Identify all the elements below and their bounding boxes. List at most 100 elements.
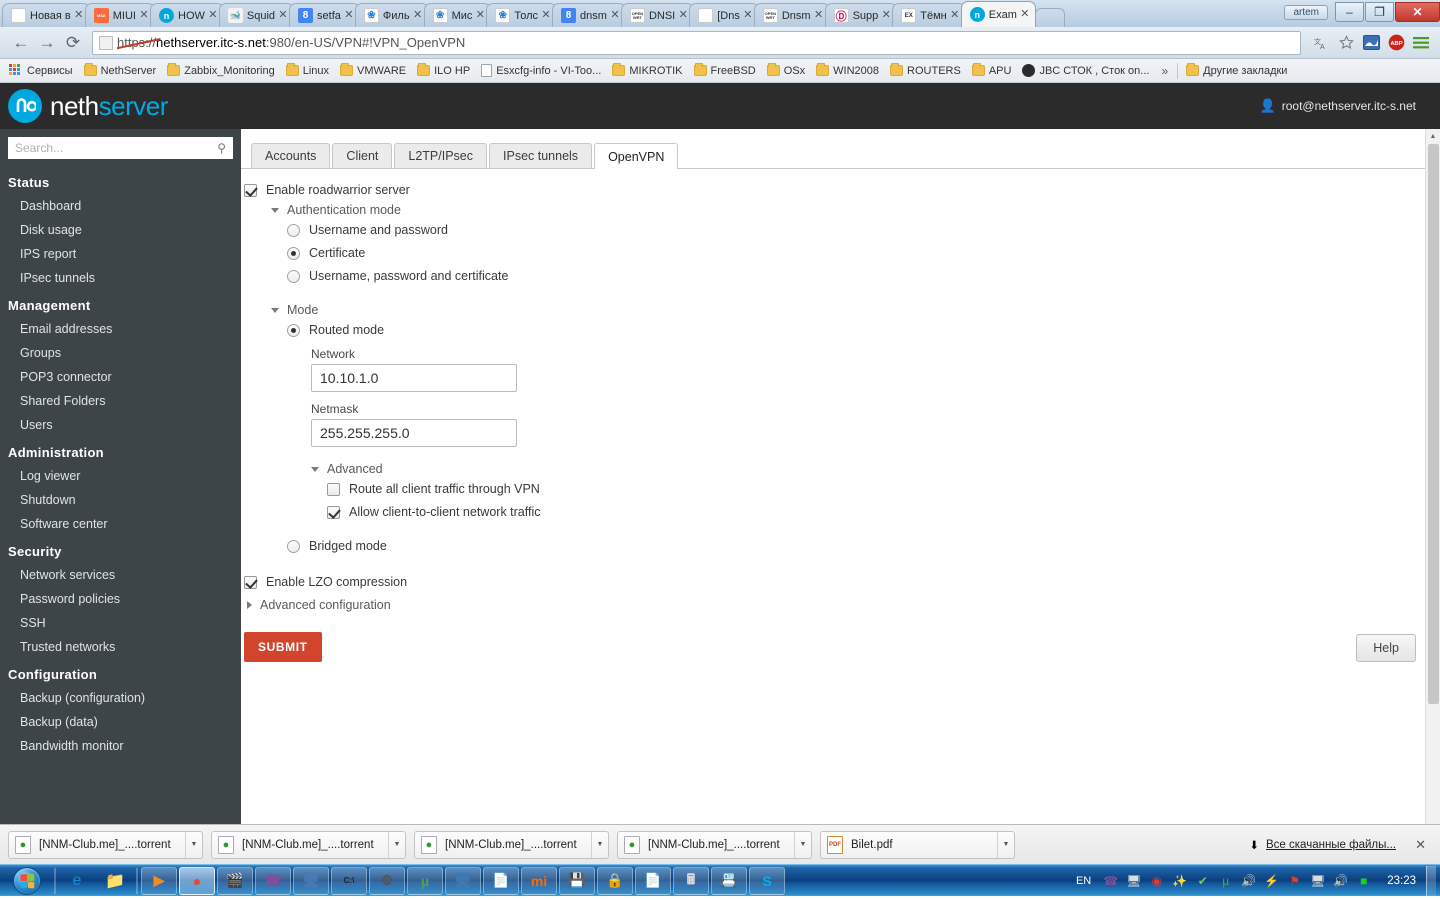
green-screen-icon[interactable]: ■ xyxy=(1355,872,1372,889)
sidebar-item-ips-report[interactable]: IPS report xyxy=(0,242,241,266)
tab-close-icon[interactable]: ✕ xyxy=(207,9,219,22)
sidebar-item-shutdown[interactable]: Shutdown xyxy=(0,488,241,512)
bookmark-item[interactable]: Esxcfg-info - VI-Too... xyxy=(476,62,606,79)
sidebar-item-bandwidth-monitor[interactable]: Bandwidth monitor xyxy=(0,734,241,758)
download-menu-icon[interactable]: ▼ xyxy=(185,831,202,858)
browser-tab[interactable]: 🐋 Squid ✕ xyxy=(218,3,295,27)
mode-option-bridged[interactable]: Bridged mode xyxy=(241,539,1440,553)
browser-tab[interactable]: ❀ Мис ✕ xyxy=(423,3,492,27)
bookmark-item[interactable]: FreeBSD xyxy=(689,63,761,79)
tab-accounts[interactable]: Accounts xyxy=(251,143,331,168)
bookmarks-overflow-button[interactable]: » xyxy=(1155,62,1174,80)
speaker-icon[interactable]: 🔊 xyxy=(1332,872,1349,889)
chrome-menu-icon[interactable] xyxy=(1410,32,1432,54)
maximize-button[interactable]: ❐ xyxy=(1365,2,1394,22)
submit-button[interactable]: SUBMIT xyxy=(244,632,322,662)
volume-red-icon[interactable]: 🔊 xyxy=(1240,872,1257,889)
bookmark-item[interactable]: WIN2008 xyxy=(811,63,884,79)
start-button[interactable] xyxy=(2,866,52,896)
viber-tray-icon[interactable]: ☎ xyxy=(1102,872,1119,889)
bookmark-item[interactable]: VMWARE xyxy=(335,63,411,79)
chevron-right-icon[interactable] xyxy=(247,601,252,609)
download-menu-icon[interactable]: ▼ xyxy=(794,831,811,858)
route-all-traffic-checkbox[interactable] xyxy=(327,482,340,496)
tab-close-icon[interactable]: ✕ xyxy=(73,9,85,22)
browser-tab[interactable]: EX Тёмн ✕ xyxy=(892,3,966,27)
minimize-button[interactable]: – xyxy=(1335,2,1364,22)
browser-tab[interactable]: Ⓓ Supp ✕ xyxy=(824,3,898,27)
internet-explorer-icon[interactable]: e xyxy=(59,867,95,895)
extension-icon[interactable] xyxy=(1360,32,1382,54)
bookmark-item[interactable]: Zabbix_Monitoring xyxy=(162,63,280,79)
download-item[interactable]: ● [NNM-Club.me]_....torrent ▼ xyxy=(211,830,406,859)
tab-client[interactable]: Client xyxy=(332,143,393,168)
download-menu-icon[interactable]: ▼ xyxy=(997,831,1014,858)
bookmark-item[interactable]: ILO HP xyxy=(412,63,475,79)
sidebar-item-disk-usage[interactable]: Disk usage xyxy=(0,218,241,242)
sidebar-item-email-addresses[interactable]: Email addresses xyxy=(0,317,241,341)
sidebar-item-password-policies[interactable]: Password policies xyxy=(0,587,241,611)
notepad2-icon[interactable]: 📄 xyxy=(635,866,671,895)
browser-tab[interactable]: n HOW ✕ xyxy=(150,3,224,27)
close-downloads-bar-button[interactable]: ✕ xyxy=(1415,837,1426,853)
bookmark-item[interactable]: MIKROTIK xyxy=(607,63,687,79)
sidebar-item-users[interactable]: Users xyxy=(0,413,241,437)
tab-close-icon[interactable]: ✕ xyxy=(677,9,689,22)
file-explorer-icon[interactable]: 📁 xyxy=(97,867,133,895)
calculator-icon[interactable]: 🖩 xyxy=(673,866,709,895)
settings-icon[interactable]: ⚙ xyxy=(369,866,405,895)
browser-tab[interactable]: 8 dnsm ✕ xyxy=(552,3,626,27)
network-input[interactable] xyxy=(311,364,517,392)
tab-close-icon[interactable]: ✕ xyxy=(138,9,150,22)
lzo-compression-row[interactable]: Enable LZO compression xyxy=(241,575,1440,589)
auth-option-username-password-certificate[interactable]: Username, password and certificate xyxy=(241,269,1440,283)
new-tab-button[interactable] xyxy=(1034,8,1065,27)
browser-tab[interactable]: Новая в ✕ xyxy=(2,3,90,27)
tab-close-icon[interactable]: ✕ xyxy=(742,9,754,22)
browser-tab[interactable]: [Dns ✕ xyxy=(689,3,759,27)
auth-option-certificate[interactable]: Certificate xyxy=(241,246,1440,260)
auth-radio-username-password[interactable] xyxy=(287,223,300,237)
download-item[interactable]: ● [NNM-Club.me]_....torrent ▼ xyxy=(414,830,609,859)
page-scrollbar[interactable]: ▲ xyxy=(1425,129,1440,824)
bookmark-star-icon[interactable] xyxy=(1335,32,1357,54)
bookmark-item[interactable]: Linux xyxy=(281,63,334,79)
chrome-icon[interactable]: ● xyxy=(179,866,215,895)
notepad-icon[interactable]: 📄 xyxy=(483,866,519,895)
search-input[interactable] xyxy=(15,141,218,155)
adblock-icon[interactable]: ABP xyxy=(1385,32,1407,54)
bookmark-item[interactable]: APU xyxy=(967,63,1017,79)
network-icon[interactable]: 🖥 xyxy=(1309,872,1326,889)
advanced-section-header[interactable]: Advanced xyxy=(241,462,1440,476)
chevron-down-icon[interactable] xyxy=(271,207,279,213)
sidebar-item-network-services[interactable]: Network services xyxy=(0,563,241,587)
help-button[interactable]: Help xyxy=(1356,634,1416,662)
other-bookmarks-folder[interactable]: Другие закладки xyxy=(1181,63,1292,79)
lzo-compression-checkbox[interactable] xyxy=(244,575,257,589)
address-bar[interactable]: https://nethserver.itc-s.net:980/en-US/V… xyxy=(92,30,1301,55)
chevron-down-icon[interactable] xyxy=(311,466,319,472)
usb-safe-remove-icon[interactable]: ⚡ xyxy=(1263,872,1280,889)
browser-tab[interactable]: OPEN WRT Dnsm ✕ xyxy=(753,3,830,27)
sidebar-item-backup-configuration[interactable]: Backup (configuration) xyxy=(0,686,241,710)
tab-l2tp-ipsec[interactable]: L2TP/IPsec xyxy=(394,143,488,168)
sidebar-item-log-viewer[interactable]: Log viewer xyxy=(0,464,241,488)
forward-icon[interactable]: → xyxy=(34,30,60,56)
tab-close-icon[interactable]: ✕ xyxy=(880,9,892,22)
scroll-up-arrow[interactable]: ▲ xyxy=(1426,129,1440,144)
translate-icon[interactable]: 文A xyxy=(1310,32,1332,54)
sidebar-item-shared-folders[interactable]: Shared Folders xyxy=(0,389,241,413)
bookmark-item[interactable]: Сервисы xyxy=(4,62,78,79)
tab-close-icon[interactable]: ✕ xyxy=(949,9,961,22)
secure-folder-icon[interactable]: 🔒 xyxy=(597,866,633,895)
bookmark-item[interactable]: ROUTERS xyxy=(885,63,966,79)
mode-radio-bridged[interactable] xyxy=(287,539,300,553)
sidebar-item-software-center[interactable]: Software center xyxy=(0,512,241,536)
reload-icon[interactable]: ⟳ xyxy=(60,30,86,56)
advanced-option-route-all[interactable]: Route all client traffic through VPN xyxy=(241,482,1440,496)
sidebar-item-backup-data[interactable]: Backup (data) xyxy=(0,710,241,734)
language-indicator[interactable]: EN xyxy=(1076,875,1091,887)
current-user[interactable]: 👤 root@nethserver.itc-s.net xyxy=(1260,98,1416,114)
shield-green-icon[interactable]: ✔ xyxy=(1194,872,1211,889)
mode-radio-routed[interactable] xyxy=(287,323,300,337)
